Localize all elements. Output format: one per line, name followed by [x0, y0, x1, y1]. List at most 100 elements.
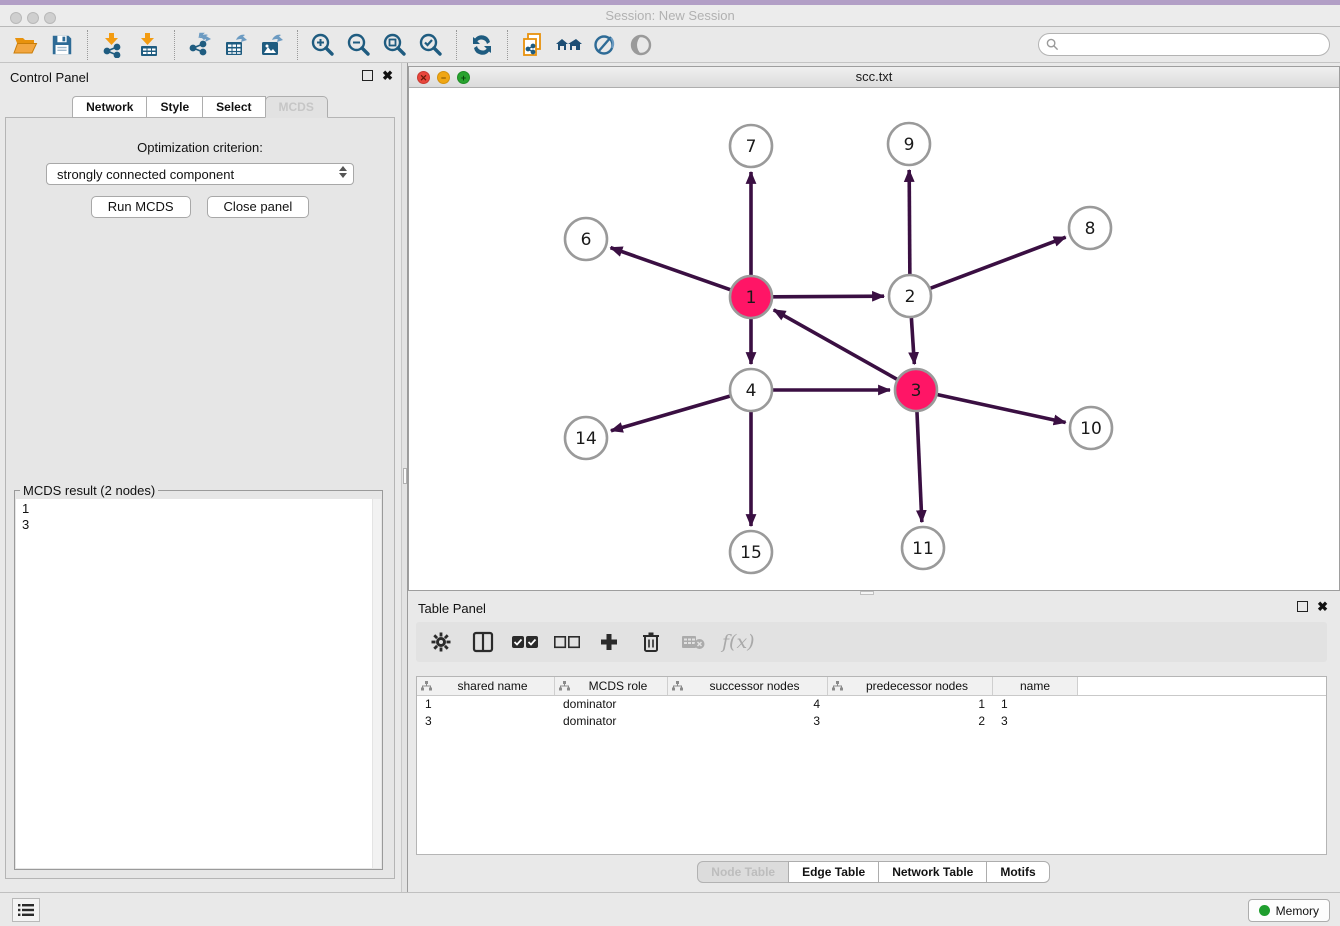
close-panel-button[interactable]: Close panel: [207, 196, 310, 218]
split-columns-icon[interactable]: [470, 629, 496, 655]
zoom-in-icon[interactable]: [305, 29, 341, 61]
export-network-icon[interactable]: [182, 29, 218, 61]
table-settings-icon[interactable]: [428, 629, 454, 655]
node-11[interactable]: 11: [902, 527, 944, 569]
tab-edge-table[interactable]: Edge Table: [788, 861, 879, 883]
mcds-result-item[interactable]: 3: [22, 517, 381, 533]
node-2[interactable]: 2: [889, 275, 931, 317]
table-cell[interactable]: 3: [993, 713, 1078, 730]
table-panel-title: Table Panel: [418, 601, 486, 616]
node-4[interactable]: 4: [730, 369, 772, 411]
tab-motifs[interactable]: Motifs: [986, 861, 1049, 883]
app-close-icon[interactable]: [10, 12, 22, 24]
table-row[interactable]: 1dominator411: [417, 696, 1326, 713]
node-table[interactable]: shared nameMCDS rolesuccessor nodesprede…: [416, 676, 1327, 855]
node-10[interactable]: 10: [1070, 407, 1112, 449]
toggle-graphics-details-icon[interactable]: [587, 29, 623, 61]
table-cell[interactable]: 1: [828, 696, 993, 713]
close-panel-icon[interactable]: ✖: [382, 70, 393, 81]
add-column-icon[interactable]: [596, 629, 622, 655]
tab-mcds[interactable]: MCDS: [265, 96, 328, 118]
vertical-splitter[interactable]: [401, 63, 408, 892]
mcds-result-scrollbar[interactable]: [372, 499, 381, 868]
edge-1-6[interactable]: [611, 248, 731, 290]
control-panel-tabs: NetworkStyleSelectMCDS: [0, 96, 401, 118]
tab-network-table[interactable]: Network Table: [878, 861, 987, 883]
app-zoom-icon[interactable]: [44, 12, 56, 24]
optimization-criterion-label: Optimization criterion:: [6, 140, 394, 155]
network-close-icon[interactable]: ✕: [417, 71, 430, 84]
float-panel-icon[interactable]: [362, 70, 373, 81]
network-maximize-icon[interactable]: +: [457, 71, 470, 84]
tab-style[interactable]: Style: [146, 96, 203, 118]
zoom-out-icon[interactable]: [341, 29, 377, 61]
column-header-name[interactable]: name: [993, 677, 1078, 695]
node-3[interactable]: 3: [895, 369, 937, 411]
search-field[interactable]: [1038, 33, 1330, 56]
node-6[interactable]: 6: [565, 218, 607, 260]
export-image-icon[interactable]: [254, 29, 290, 61]
node-8[interactable]: 8: [1069, 207, 1111, 249]
column-header-shared-name[interactable]: shared name: [417, 677, 555, 695]
table-cell[interactable]: dominator: [555, 696, 668, 713]
save-session-icon[interactable]: [44, 29, 80, 61]
table-cell[interactable]: 2: [828, 713, 993, 730]
memory-button[interactable]: Memory: [1248, 899, 1330, 922]
table-cell[interactable]: 1: [993, 696, 1078, 713]
tab-select[interactable]: Select: [202, 96, 265, 118]
run-mcds-button[interactable]: Run MCDS: [91, 196, 191, 218]
node-15[interactable]: 15: [730, 531, 772, 573]
home-view-icon[interactable]: [551, 29, 587, 61]
edge-1-2[interactable]: [773, 296, 884, 297]
mcds-result-list[interactable]: 13: [16, 499, 381, 868]
edge-4-14[interactable]: [611, 396, 730, 431]
open-session-icon[interactable]: [8, 29, 44, 61]
edge-3-10[interactable]: [937, 395, 1065, 423]
edge-2-9[interactable]: [909, 170, 910, 274]
mcds-result-item[interactable]: 1: [22, 501, 381, 517]
tab-node-table[interactable]: Node Table: [697, 861, 789, 883]
zoom-selected-icon[interactable]: [413, 29, 449, 61]
duplicate-network-icon[interactable]: [515, 29, 551, 61]
optimization-criterion-select[interactable]: strongly connected component: [46, 163, 354, 185]
table-cell[interactable]: dominator: [555, 713, 668, 730]
search-input[interactable]: [1063, 38, 1329, 52]
edge-3-11[interactable]: [917, 412, 922, 522]
export-table-icon[interactable]: [218, 29, 254, 61]
apply-layout-icon[interactable]: [464, 29, 500, 61]
app-minimize-icon[interactable]: [27, 12, 39, 24]
column-header-successor-nodes[interactable]: successor nodes: [668, 677, 828, 695]
task-history-button[interactable]: [12, 898, 40, 922]
column-header-MCDS-role[interactable]: MCDS role: [555, 677, 668, 695]
svg-text:3: 3: [911, 381, 922, 401]
horizontal-splitter-handle[interactable]: [860, 591, 874, 595]
edge-3-1[interactable]: [774, 310, 897, 379]
delete-column-icon[interactable]: [638, 629, 664, 655]
network-minimize-icon[interactable]: −: [437, 71, 450, 84]
edge-2-3[interactable]: [911, 318, 914, 364]
table-cell[interactable]: 4: [668, 696, 828, 713]
table-cell[interactable]: 3: [417, 713, 555, 730]
deselect-all-icon[interactable]: [554, 629, 580, 655]
node-14[interactable]: 14: [565, 417, 607, 459]
table-cell[interactable]: 3: [668, 713, 828, 730]
table-row[interactable]: 3dominator323: [417, 713, 1326, 730]
close-table-panel-icon[interactable]: ✖: [1317, 601, 1328, 612]
node-9[interactable]: 9: [888, 123, 930, 165]
import-network-icon[interactable]: [95, 29, 131, 61]
column-header-predecessor-nodes[interactable]: predecessor nodes: [828, 677, 993, 695]
zoom-fit-icon[interactable]: [377, 29, 413, 61]
node-table-body[interactable]: 1dominator4113dominator323: [417, 696, 1326, 730]
import-table-icon[interactable]: [131, 29, 167, 61]
edge-2-8[interactable]: [931, 237, 1066, 288]
network-canvas[interactable]: 7 9 6 8 1 2 4 3 14 10 15 11: [409, 88, 1339, 590]
node-7[interactable]: 7: [730, 125, 772, 167]
vertical-splitter-handle[interactable]: [403, 468, 407, 484]
node-1[interactable]: 1: [730, 276, 772, 318]
network-window-titlebar[interactable]: ✕ − + scc.txt: [409, 67, 1339, 88]
table-cell[interactable]: 1: [417, 696, 555, 713]
tab-network[interactable]: Network: [72, 96, 147, 118]
select-all-icon[interactable]: [512, 629, 538, 655]
node-table-header[interactable]: shared nameMCDS rolesuccessor nodesprede…: [417, 677, 1326, 696]
float-table-panel-icon[interactable]: [1297, 601, 1308, 612]
